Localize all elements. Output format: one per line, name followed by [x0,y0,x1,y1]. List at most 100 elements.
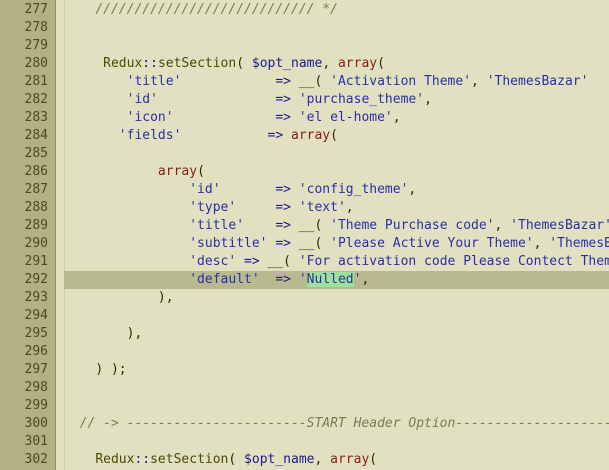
line-code: ), [64,289,174,307]
code-token: :: [134,452,151,467]
code-token: => [275,272,291,287]
line-number: 279 [24,38,48,53]
code-line[interactable]: 302 Redux::setSection( $opt_name, array( [0,451,609,469]
code-token: array [157,164,198,179]
code-line[interactable]: 289 'title' => __( 'Theme Purchase code'… [0,217,609,235]
code-token: => [275,182,291,197]
code-token: setSection [150,452,229,467]
code-line[interactable]: 301 [0,433,609,451]
code-line[interactable]: 290 'subtitle' => __( 'Please Active You… [0,235,609,253]
line-number: 280 [24,56,48,71]
line-code: // -> -----------------------START Heade… [64,415,609,433]
code-line[interactable]: 293 ), [0,289,609,307]
line-number: 295 [24,326,48,341]
code-token: //////////////////////////// */ [95,2,338,17]
code-line[interactable]: 298 [0,379,609,397]
code-token: => [275,200,291,215]
code-token: array [291,128,331,143]
code-token: __( [291,218,331,233]
code-line[interactable]: 283 'icon' => 'el el-home', [0,109,609,127]
code-token: ( [228,452,245,467]
code-token: setSection [157,56,237,71]
code-token: 'config_theme' [298,182,409,197]
code-token: 'Please Active Your Theme' [330,236,534,251]
code-line[interactable]: 288 'type' => 'text', [0,199,609,217]
code-line[interactable]: 292 'default' => 'Nulled', [0,271,609,289]
code-line[interactable]: 287 'id' => 'config_theme', [0,181,609,199]
code-token: 'id' [126,92,158,107]
code-token: __( [291,74,331,89]
code-token: , [408,182,417,197]
code-line[interactable]: 295 ), [0,325,609,343]
line-number: 299 [24,398,48,413]
line-number: 286 [24,164,48,179]
code-line[interactable]: 278 [0,19,609,37]
line-number: 290 [24,236,48,251]
line-number: 277 [24,2,48,17]
code-line[interactable]: 297 ) ); [0,361,609,379]
line-code: ), [64,325,143,343]
line-number: 291 [24,254,48,269]
code-line[interactable]: 294 [0,307,609,325]
code-line[interactable]: 280 Redux::setSection( $opt_name, array( [0,55,609,73]
line-code: 'id' => 'purchase_theme', [64,91,432,109]
code-line[interactable]: 286 array( [0,163,609,181]
line-code: 'default' => 'Nulled', [64,271,369,289]
code-token: 'ThemesBazar' [549,236,609,251]
code-token: 'For activation code Please Contect Them… [298,254,609,269]
code-token: 'Theme Purchase code' [330,218,495,233]
code-token: ( [236,56,252,71]
code-token: , [424,92,432,107]
code-line[interactable]: 284 'fields' => array( [0,127,609,145]
code-line[interactable]: 285 [0,145,609,163]
code-token: 'ThemesBazar' [486,74,589,89]
code-line[interactable]: 281 'title' => __( 'Activation Theme', '… [0,73,609,91]
code-editor[interactable]: 277 //////////////////////////// */278 27… [0,0,609,470]
code-token: ), [157,290,174,305]
line-code: Redux::setSection( $opt_name, array( [64,451,377,469]
code-line[interactable]: 277 //////////////////////////// */ [0,1,609,19]
code-line[interactable]: 291 'desc' => __( 'For activation code P… [0,253,609,271]
code-token: 'desc' [189,254,237,269]
line-code: 'fields' => array( [64,127,338,145]
code-line[interactable]: 299 [0,397,609,415]
code-token: => [267,128,284,143]
line-number: 302 [24,452,48,467]
line-code: 'icon' => 'el el-home', [64,109,401,127]
code-line[interactable]: 279 [0,37,609,55]
line-number: 296 [24,344,48,359]
code-token: , [314,452,331,467]
code-token: , [471,74,487,89]
code-token: array [337,56,378,71]
code-token: => [244,254,260,269]
code-line[interactable]: 300 // -> -----------------------START H… [0,415,609,433]
code-token: => [275,218,291,233]
code-token: 'default' [189,272,260,287]
code-token: ' [291,272,307,287]
code-token: 'title' [189,218,245,233]
line-code: 'title' => __( 'Activation Theme', 'Them… [64,73,589,91]
code-line[interactable]: 282 'id' => 'purchase_theme', [0,91,609,109]
code-token: 'ThemesBazar' [510,218,609,233]
code-line[interactable]: 296 [0,343,609,361]
